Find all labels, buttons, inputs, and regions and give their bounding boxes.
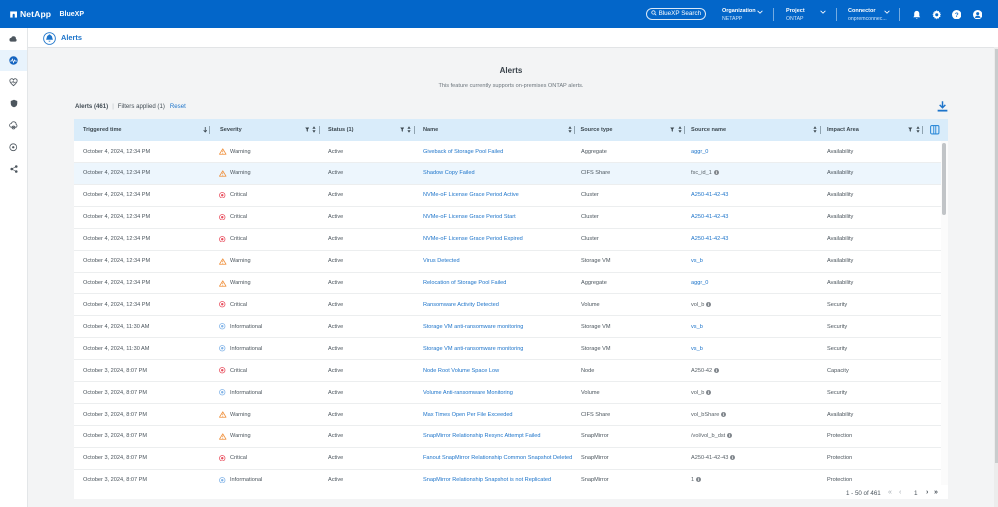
svg-text:?: ? <box>955 12 959 19</box>
